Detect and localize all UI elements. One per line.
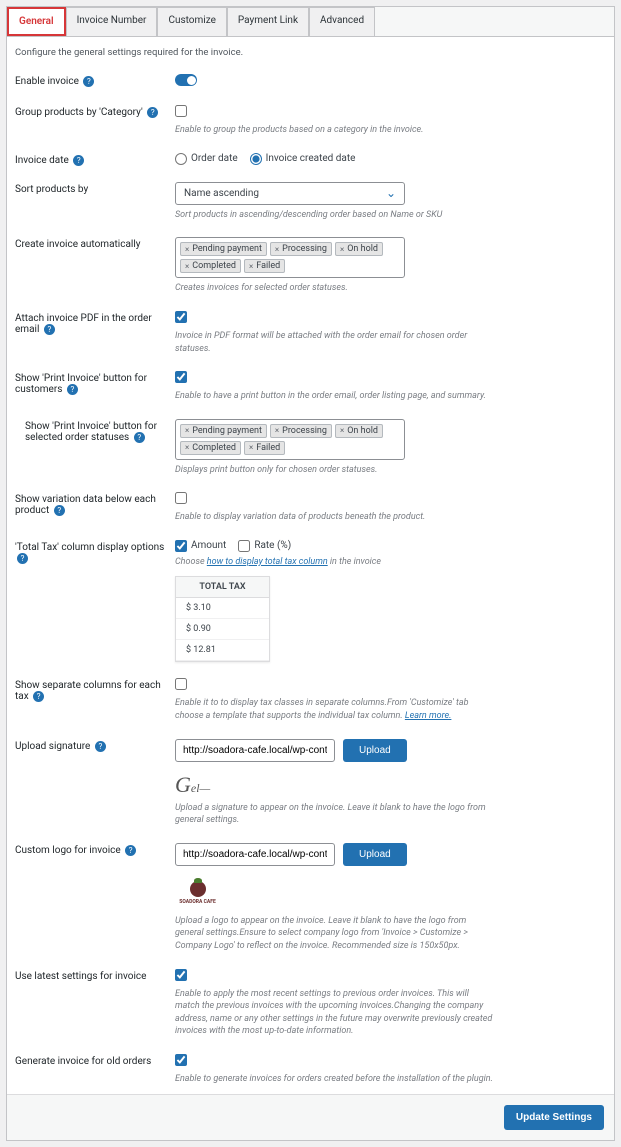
hint-text: Enable to generate invoices for orders c… <box>175 1073 495 1086</box>
tag[interactable]: ×Processing <box>270 242 332 256</box>
update-settings-button[interactable]: Update Settings <box>504 1105 604 1130</box>
variation-checkbox[interactable] <box>175 492 187 504</box>
separate-cols-checkbox[interactable] <box>175 678 187 690</box>
tag[interactable]: ×On hold <box>335 424 383 438</box>
print-statuses-tags[interactable]: ×Pending payment ×Processing ×On hold ×C… <box>175 419 405 460</box>
help-icon[interactable]: ? <box>67 384 78 395</box>
remove-icon[interactable]: × <box>185 245 189 254</box>
hint-text: Choose how to display total tax column i… <box>175 556 495 569</box>
help-icon[interactable]: ? <box>83 76 94 87</box>
help-icon[interactable]: ? <box>33 691 44 702</box>
tabs: General Invoice Number Customize Payment… <box>7 7 614 37</box>
signature-preview: Gel— <box>175 772 606 798</box>
print-statuses-label: Show 'Print Invoice' button for selected… <box>25 419 175 443</box>
tag[interactable]: ×Processing <box>270 424 332 438</box>
tax-preview-table: TOTAL TAX $ 3.10 $ 0.90 $ 12.81 <box>175 576 270 662</box>
group-products-label: Group products by 'Category' ? <box>15 105 175 118</box>
help-icon[interactable]: ? <box>147 107 158 118</box>
attach-pdf-label: Attach invoice PDF in the order email ? <box>15 311 175 335</box>
tag[interactable]: ×Pending payment <box>180 242 267 256</box>
create-auto-tags[interactable]: ×Pending payment ×Processing ×On hold ×C… <box>175 237 405 278</box>
remove-icon[interactable]: × <box>249 443 253 452</box>
enable-invoice-label: Enable invoice ? <box>15 74 175 87</box>
table-row: $ 0.90 <box>176 619 269 640</box>
custom-logo-label: Custom logo for invoice ? <box>15 843 175 856</box>
tag[interactable]: ×Failed <box>244 259 285 273</box>
rate-checkbox[interactable]: Rate (%) <box>238 540 291 552</box>
tab-customize[interactable]: Customize <box>157 7 226 36</box>
tag[interactable]: ×Completed <box>180 441 241 455</box>
table-header: TOTAL TAX <box>176 577 269 598</box>
logo-preview: SOADORA CAFE <box>175 876 220 911</box>
invoice-date-label: Invoice date ? <box>15 153 175 166</box>
latest-settings-checkbox[interactable] <box>175 969 187 981</box>
tax-column-link[interactable]: how to display total tax column <box>207 557 328 567</box>
help-icon[interactable]: ? <box>54 505 65 516</box>
upload-logo-button[interactable]: Upload <box>343 843 407 866</box>
hint-text: Enable to group the products based on a … <box>175 124 495 137</box>
tag[interactable]: ×On hold <box>335 242 383 256</box>
total-tax-label: 'Total Tax' column display options ? <box>15 540 175 564</box>
remove-icon[interactable]: × <box>185 262 189 271</box>
help-icon[interactable]: ? <box>125 845 136 856</box>
sort-products-label: Sort products by <box>15 182 175 195</box>
hint-text: Displays print button only for chosen or… <box>175 464 495 477</box>
hint-text: Upload a logo to appear on the invoice. … <box>175 915 495 953</box>
radio-invoice-created-date[interactable]: Invoice created date <box>250 153 356 165</box>
table-row: $ 3.10 <box>176 598 269 619</box>
show-print-checkbox[interactable] <box>175 371 187 383</box>
group-products-checkbox[interactable] <box>175 105 187 117</box>
help-icon[interactable]: ? <box>44 324 55 335</box>
help-icon[interactable]: ? <box>73 155 84 166</box>
old-orders-checkbox[interactable] <box>175 1054 187 1066</box>
help-icon[interactable]: ? <box>95 741 106 752</box>
settings-panel: General Invoice Number Customize Payment… <box>6 6 615 1141</box>
remove-icon[interactable]: × <box>275 426 279 435</box>
logo-url-input[interactable] <box>175 843 335 866</box>
signature-url-input[interactable] <box>175 739 335 762</box>
show-print-label: Show 'Print Invoice' button for customer… <box>15 371 175 395</box>
hint-text: Enable to have a print button in the ord… <box>175 390 495 403</box>
attach-pdf-checkbox[interactable] <box>175 311 187 323</box>
intro-text: Configure the general settings required … <box>7 37 614 66</box>
remove-icon[interactable]: × <box>340 245 344 254</box>
logo-icon <box>190 881 206 897</box>
hint-text: Enable it to to display tax classes in s… <box>175 697 495 722</box>
hint-text: Sort products in ascending/descending or… <box>175 209 495 222</box>
help-icon[interactable]: ? <box>17 553 28 564</box>
hint-text: Creates invoices for selected order stat… <box>175 282 495 295</box>
radio-order-date[interactable]: Order date <box>175 153 238 165</box>
upload-signature-button[interactable]: Upload <box>343 739 407 762</box>
remove-icon[interactable]: × <box>249 262 253 271</box>
tab-general[interactable]: General <box>7 7 66 36</box>
amount-checkbox[interactable]: Amount <box>175 540 226 552</box>
upload-sig-label: Upload signature ? <box>15 739 175 752</box>
table-row: $ 12.81 <box>176 640 269 661</box>
footer: Update Settings <box>7 1094 614 1140</box>
old-orders-label: Generate invoice for old orders <box>15 1054 175 1067</box>
tab-invoice-number[interactable]: Invoice Number <box>66 7 158 36</box>
create-auto-label: Create invoice automatically <box>15 237 175 250</box>
separate-cols-label: Show separate columns for each tax ? <box>15 678 175 702</box>
tab-payment-link[interactable]: Payment Link <box>227 7 309 36</box>
help-icon[interactable]: ? <box>134 432 145 443</box>
sort-products-select[interactable]: Name ascending <box>175 182 405 205</box>
tag[interactable]: ×Pending payment <box>180 424 267 438</box>
learn-more-link[interactable]: Learn more. <box>405 711 452 721</box>
hint-text: Enable to apply the most recent settings… <box>175 988 495 1038</box>
variation-label: Show variation data below each product ? <box>15 492 175 516</box>
hint-text: Upload a signature to appear on the invo… <box>175 802 495 827</box>
enable-invoice-toggle[interactable] <box>175 74 197 86</box>
remove-icon[interactable]: × <box>185 443 189 452</box>
tab-advanced[interactable]: Advanced <box>309 7 375 36</box>
hint-text: Enable to display variation data of prod… <box>175 511 495 524</box>
remove-icon[interactable]: × <box>275 245 279 254</box>
latest-settings-label: Use latest settings for invoice <box>15 969 175 982</box>
remove-icon[interactable]: × <box>340 426 344 435</box>
hint-text: Invoice in PDF format will be attached w… <box>175 330 495 355</box>
remove-icon[interactable]: × <box>185 426 189 435</box>
tag[interactable]: ×Failed <box>244 441 285 455</box>
tag[interactable]: ×Completed <box>180 259 241 273</box>
